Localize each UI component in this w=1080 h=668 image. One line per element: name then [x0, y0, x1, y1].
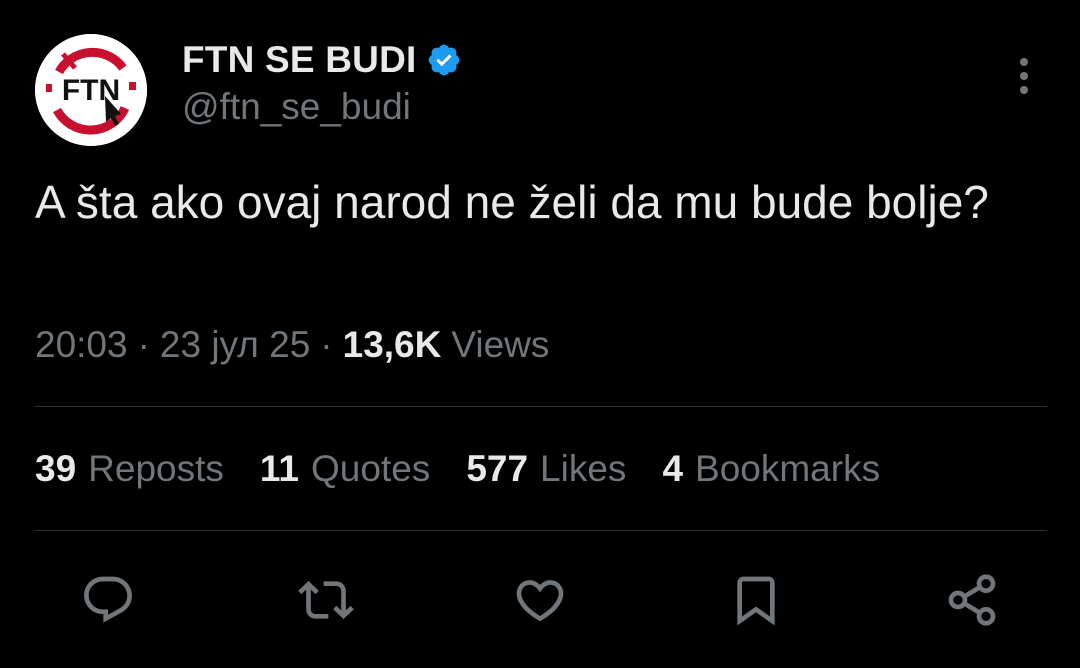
meta-separator: ·: [137, 324, 150, 365]
meta-separator: ·: [320, 324, 333, 365]
bookmarks-stat[interactable]: 4 Bookmarks: [662, 448, 880, 490]
reposts-stat[interactable]: 39 Reposts: [35, 448, 224, 490]
like-button[interactable]: [512, 572, 568, 628]
heart-icon: [516, 580, 564, 622]
verified-badge-icon: [426, 42, 462, 78]
repost-button[interactable]: [298, 572, 354, 628]
reposts-count: 39: [35, 448, 77, 489]
tweet-detail: FTN FTN SE BUDI @ftn_se_budi A šta ako o…: [0, 0, 1080, 668]
views-label: Views: [451, 324, 550, 365]
repost-icon: [298, 581, 354, 619]
bookmarks-label: Bookmarks: [695, 448, 881, 489]
author-display-name[interactable]: FTN SE BUDI: [182, 39, 416, 81]
quotes-stat[interactable]: 11 Quotes: [260, 448, 430, 490]
quotes-count: 11: [259, 448, 300, 489]
reposts-label: Reposts: [88, 448, 224, 489]
reply-button[interactable]: [80, 572, 136, 628]
reply-icon: [84, 576, 132, 623]
more-options-icon[interactable]: [1010, 58, 1038, 96]
bookmarks-count: 4: [662, 448, 684, 489]
share-button[interactable]: [944, 572, 1000, 628]
quotes-label: Quotes: [311, 448, 431, 489]
tweet-time[interactable]: 20:03: [35, 324, 128, 366]
author-name-row[interactable]: FTN SE BUDI: [182, 38, 462, 82]
tweet-meta: 20:03 · 23 јул 25 · 13,6K Views: [35, 324, 549, 366]
share-icon: [948, 574, 996, 626]
divider: [35, 530, 1047, 531]
likes-label: Likes: [540, 448, 627, 489]
avatar-logo-text: FTN: [62, 74, 120, 107]
tweet-text: A šta ako ovaj narod ne želi da mu bude …: [35, 176, 989, 228]
likes-count: 577: [466, 448, 529, 489]
bookmark-icon: [737, 576, 775, 626]
tweet-date[interactable]: 23 јул 25: [160, 324, 310, 366]
bookmark-button[interactable]: [728, 572, 784, 628]
author-handle[interactable]: @ftn_se_budi: [182, 86, 411, 128]
ftn-logo-icon: FTN: [35, 34, 147, 146]
engagement-stats: 39 Reposts 11 Quotes 577 Likes 4 Bookmarks: [35, 448, 916, 490]
views-count: 13,6K: [342, 324, 442, 365]
divider: [35, 406, 1047, 407]
likes-stat[interactable]: 577 Likes: [466, 448, 626, 490]
avatar[interactable]: FTN: [35, 34, 147, 146]
